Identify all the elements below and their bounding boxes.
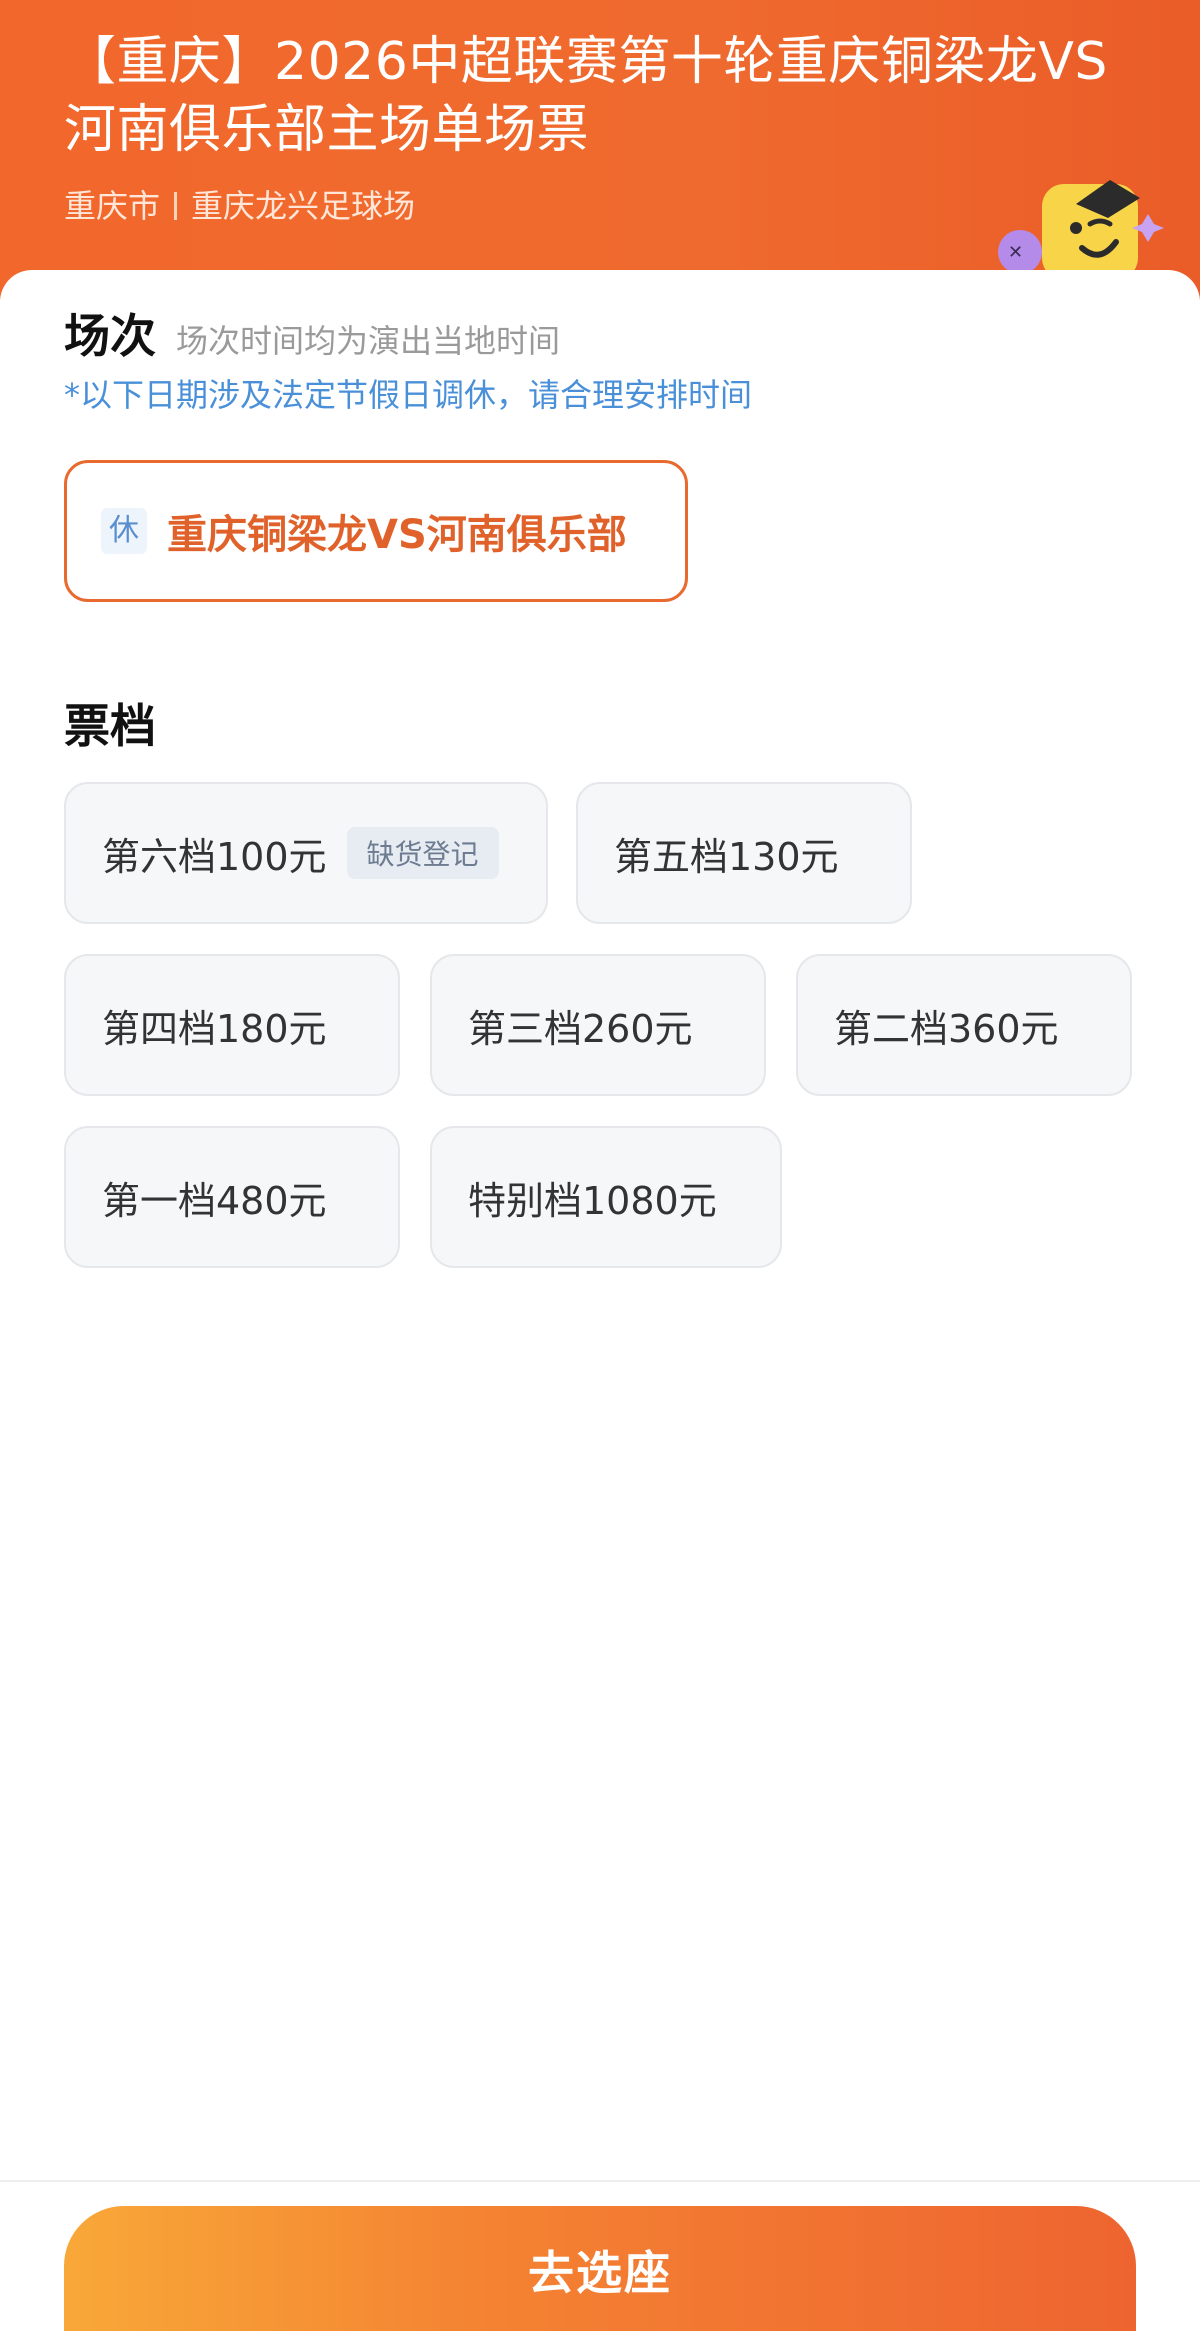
tier-option-2[interactable]: 第二档360元 [796,954,1132,1096]
tier-label: 第二档360元 [834,1006,1059,1051]
venue-name: 重庆龙兴足球场 [191,187,416,225]
bottom-action-bar: 去选座 [0,2180,1200,2331]
venue-separator [174,192,178,220]
session-section-subtitle: 场次时间均为演出当地时间 [176,322,561,360]
venue-line: 重庆市 重庆龙兴足球场 [64,184,415,228]
session-option-selected[interactable]: 休 重庆铜梁龙VS河南俱乐部 [64,460,688,602]
tier-label: 第一档480元 [102,1178,327,1223]
selection-sheet: 场次 场次时间均为演出当地时间 *以下日期涉及法定节假日调休，请合理安排时间 休… [0,270,1200,2180]
svg-text:✕: ✕ [1008,242,1023,263]
ticket-tier-title: 票档 [64,699,156,753]
tier-option-3[interactable]: 第三档260元 [430,954,766,1096]
tier-label: 第四档180元 [102,1006,327,1051]
event-header: 【重庆】2026中超联赛第十轮重庆铜梁龙VS河南俱乐部主场单场票 重庆市 重庆龙… [0,0,1200,300]
session-header: 场次 场次时间均为演出当地时间 [64,300,560,366]
tier-label: 特别档1080元 [468,1178,717,1223]
select-seat-button[interactable]: 去选座 [64,2206,1136,2331]
venue-city: 重庆市 [64,187,161,225]
tier-option-5[interactable]: 第五档130元 [576,782,912,924]
tier-label: 第五档130元 [614,834,839,879]
tier-label: 第三档260元 [468,1006,693,1051]
session-section-title: 场次 [64,309,156,363]
tier-option-special[interactable]: 特别档1080元 [430,1126,782,1268]
event-title: 【重庆】2026中超联赛第十轮重庆铜梁龙VS河南俱乐部主场单场票 [64,32,1108,160]
tier-option-6[interactable]: 第六档100元 缺货登记 [64,782,548,924]
session-match-name: 重庆铜梁龙VS河南俱乐部 [167,512,627,558]
mascot-icon: ✕ [998,180,1164,280]
tier-option-4[interactable]: 第四档180元 [64,954,400,1096]
out-of-stock-register-badge[interactable]: 缺货登记 [346,827,499,879]
holiday-note: *以下日期涉及法定节假日调休，请合理安排时间 [64,376,753,414]
tier-label: 第六档100元 [102,834,327,879]
tier-option-1[interactable]: 第一档480元 [64,1126,400,1268]
rest-day-tag: 休 [101,508,147,554]
